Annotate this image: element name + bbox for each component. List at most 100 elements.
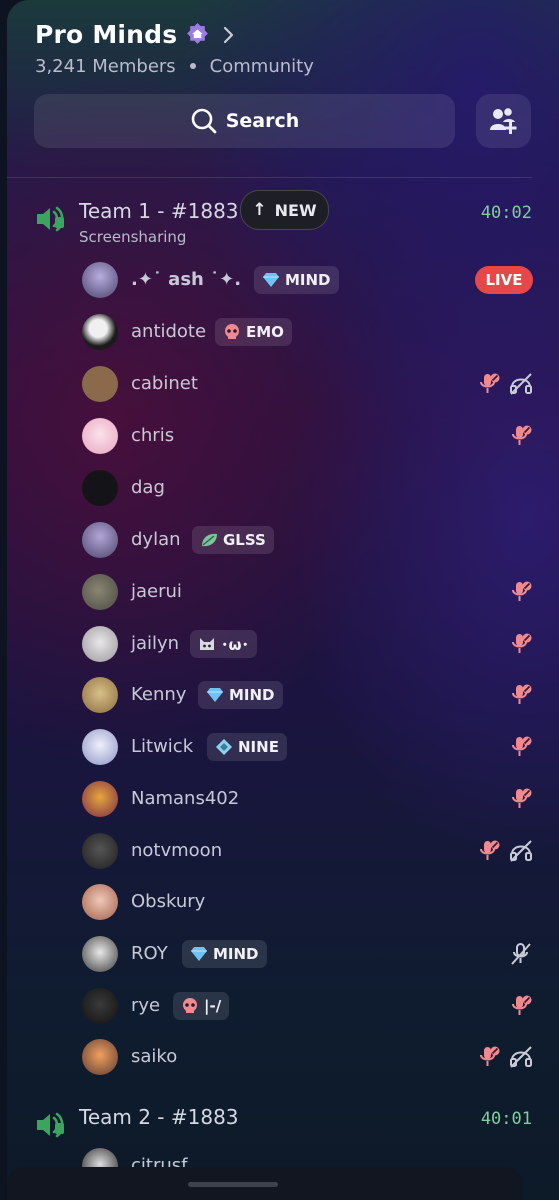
mic-muted-icon	[512, 995, 532, 1015]
member-name: Obskury	[131, 891, 206, 912]
new-activity-button[interactable]: ↑ NEW	[240, 190, 329, 230]
arrow-up-icon: ↑	[252, 200, 267, 220]
avatar	[82, 366, 118, 402]
deafened-icon	[510, 1046, 532, 1068]
member-row[interactable]: dylan GLSS	[7, 518, 559, 562]
member-row[interactable]: cabinet	[7, 362, 559, 406]
deafened-icon	[510, 373, 532, 395]
member-name: antidote	[131, 321, 207, 342]
channel-name: Team 1 - #1883	[79, 199, 239, 223]
avatar	[82, 314, 118, 350]
bottom-sheet[interactable]	[7, 1167, 522, 1200]
member-row[interactable]: notvmoon	[7, 829, 559, 873]
member-name: Kenny	[131, 684, 187, 705]
member-name: jaerui	[131, 581, 182, 602]
avatar	[82, 1039, 118, 1075]
avatar	[82, 677, 118, 713]
mic-muted-icon	[480, 840, 500, 860]
drag-handle[interactable]	[188, 1182, 278, 1187]
mic-muted-icon	[480, 1046, 500, 1066]
gem-icon	[191, 947, 207, 961]
member-row[interactable]: Kenny MIND	[7, 673, 559, 717]
separator-dot	[189, 62, 196, 69]
member-name: jailyn	[131, 633, 180, 654]
member-row[interactable]: jailyn ･ω･	[7, 622, 559, 666]
member-row[interactable]: rye |-/	[7, 984, 559, 1028]
channel-name: Team 2 - #1883	[79, 1105, 239, 1129]
member-name: Namans402	[131, 788, 240, 809]
avatar	[82, 833, 118, 869]
new-label: NEW	[274, 200, 317, 220]
member-name: chris	[131, 425, 175, 446]
channel-timer: 40:01	[480, 1109, 532, 1129]
avatar	[82, 626, 118, 662]
mic-muted-icon	[480, 373, 500, 393]
server-title-row[interactable]: Pro Minds	[35, 20, 234, 49]
voice-channel-team-1[interactable]: Team 1 - #1883 Screensharing ↑ NEW 40:02	[7, 190, 559, 249]
member-row[interactable]: jaerui	[7, 570, 559, 614]
member-name: saiko	[131, 1046, 178, 1067]
skull-icon	[225, 324, 239, 339]
header-divider	[7, 177, 532, 178]
avatar	[82, 574, 118, 610]
avatar	[82, 936, 118, 972]
server-tag: MIND	[198, 681, 283, 709]
home-badge-icon	[187, 23, 209, 44]
member-name: ROY	[131, 943, 168, 964]
member-name: rye	[131, 995, 161, 1016]
member-row[interactable]: .✦˙ ash ˙✦. MIND LIVE	[7, 258, 559, 302]
voice-channel-icon	[37, 1112, 64, 1138]
gem-icon	[263, 273, 279, 287]
chevron-right-icon	[224, 26, 234, 43]
member-row[interactable]: Namans402	[7, 777, 559, 821]
avatar	[82, 470, 118, 506]
mic-muted-icon	[512, 788, 532, 808]
mic-muted-icon	[512, 684, 532, 704]
server-header: Pro Minds 3,241 Members Community Search	[7, 0, 559, 178]
member-row[interactable]: ROY MIND	[7, 932, 559, 976]
member-name: notvmoon	[131, 840, 223, 861]
member-name: dag	[131, 477, 165, 498]
search-button[interactable]: Search	[34, 94, 455, 148]
leaf-icon	[202, 533, 217, 547]
mic-muted-icon	[512, 633, 532, 653]
avatar	[82, 418, 118, 454]
avatar	[82, 781, 118, 817]
member-name: .✦˙ ash ˙✦.	[131, 269, 242, 290]
avatar	[82, 522, 118, 558]
server-tag: MIND	[254, 266, 339, 294]
member-row[interactable]: dag	[7, 466, 559, 510]
member-name: dylan	[131, 529, 181, 550]
member-row[interactable]: chris	[7, 414, 559, 458]
gem-icon	[207, 688, 223, 702]
member-row[interactable]: saiko	[7, 1035, 559, 1079]
member-count: 3,241 Members	[35, 56, 176, 77]
mic-muted-icon	[512, 736, 532, 756]
add-member-button[interactable]	[476, 94, 531, 148]
search-label: Search	[225, 110, 300, 132]
add-member-icon	[489, 108, 516, 134]
member-name: Litwick	[131, 736, 194, 757]
server-tag: GLSS	[192, 526, 274, 554]
channel-activity: Screensharing	[79, 228, 187, 246]
avatar	[82, 884, 118, 920]
member-list-panel: Pro Minds 3,241 Members Community Search	[7, 0, 559, 1200]
server-subtitle: 3,241 Members Community	[35, 56, 314, 77]
live-badge: LIVE	[475, 266, 533, 294]
server-type: Community	[209, 56, 314, 77]
avatar	[82, 988, 118, 1024]
member-row[interactable]: antidote EMO	[7, 310, 559, 354]
member-row[interactable]: Obskury	[7, 880, 559, 924]
channel-timer: 40:02	[480, 203, 532, 223]
server-tag: NINE	[207, 733, 287, 761]
avatar	[82, 729, 118, 765]
skull-icon	[183, 998, 197, 1013]
cat-icon	[200, 638, 214, 650]
mic-muted-icon	[512, 425, 532, 445]
deafened-icon	[510, 840, 532, 862]
server-mute-icon	[511, 943, 531, 965]
mic-muted-icon	[512, 581, 532, 601]
member-row[interactable]: Litwick NINE	[7, 725, 559, 769]
search-icon	[191, 108, 217, 134]
server-tag: MIND	[182, 940, 267, 968]
